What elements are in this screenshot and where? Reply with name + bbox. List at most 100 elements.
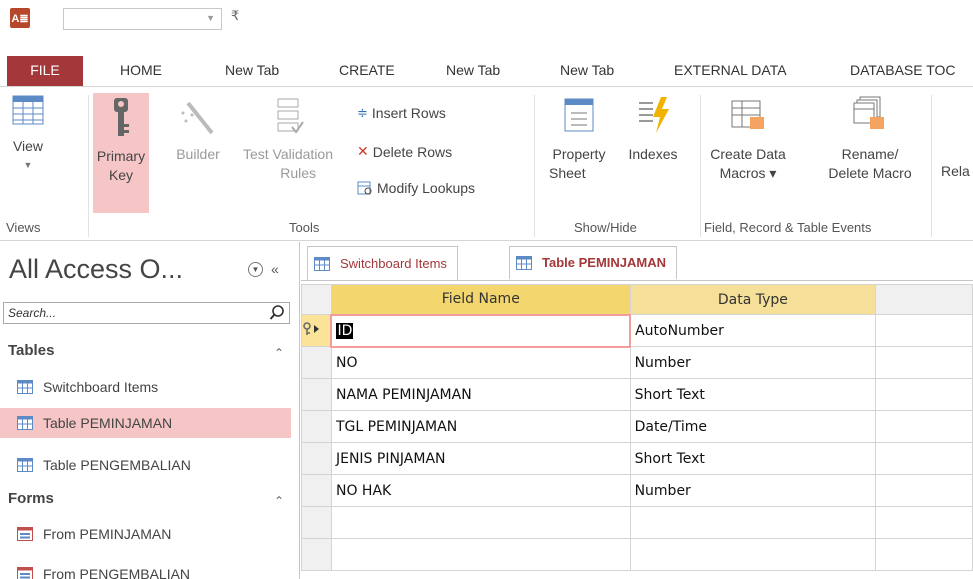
nav-section-tables[interactable]: Tables [8, 342, 54, 359]
data-type-cell[interactable]: Short Text [629, 378, 877, 411]
field-name-cell[interactable]: ID [330, 313, 632, 348]
row-selector[interactable] [301, 474, 332, 507]
tab-new-tab-3[interactable]: New Tab [560, 56, 614, 86]
doc-tab-switchboard-items[interactable]: Switchboard Items [307, 246, 458, 280]
nav-pane-title[interactable]: All Access O... [9, 254, 183, 285]
primary-key-button[interactable]: Primary Key [93, 93, 149, 213]
description-cell[interactable] [875, 442, 973, 475]
table-row[interactable]: JENIS PINJAMAN Short Text [301, 442, 973, 475]
table-icon [17, 458, 33, 472]
field-name-cell[interactable]: NO HAK [330, 474, 631, 507]
nav-item-table-pengembalian[interactable]: Table PENGEMBALIAN [0, 450, 291, 480]
data-type-cell[interactable]: Date/Time [629, 410, 877, 443]
indexes-button[interactable]: Indexes [616, 95, 690, 164]
description-cell[interactable] [875, 506, 973, 539]
nav-item-label: Table PENGEMBALIAN [43, 457, 191, 473]
field-name-cell[interactable]: NAMA PEMINJAMAN [330, 378, 631, 411]
tab-new-tab-1[interactable]: New Tab [225, 56, 279, 86]
view-button[interactable]: View ▼ [4, 95, 52, 213]
tab-database-tools[interactable]: DATABASE TOC [850, 56, 956, 86]
chevron-up-icon[interactable]: ⌃ [274, 494, 284, 508]
table-row[interactable]: NAMA PEMINJAMAN Short Text [301, 378, 973, 411]
field-name-cell[interactable]: JENIS PINJAMAN [330, 442, 631, 475]
row-selector[interactable] [301, 346, 332, 379]
table-header-row: Field Name Data Type [301, 284, 973, 315]
row-selector[interactable] [301, 378, 332, 411]
tab-file[interactable]: FILE [7, 56, 83, 86]
table-row[interactable]: TGL PEMINJAMAN Date/Time [301, 410, 973, 443]
field-name-cell[interactable]: NO [330, 346, 631, 379]
data-type-cell[interactable]: AutoNumber [629, 314, 877, 347]
description-cell[interactable] [875, 314, 973, 347]
description-cell[interactable] [875, 346, 973, 379]
search-icon[interactable] [269, 304, 285, 322]
nav-section-forms[interactable]: Forms [8, 490, 54, 507]
nav-item-from-pengembalian[interactable]: From PENGEMBALIAN [0, 559, 291, 579]
nav-item-table-peminjaman[interactable]: Table PEMINJAMAN [0, 408, 291, 438]
access-logo-icon[interactable]: A≣ [10, 8, 30, 28]
test-validation-rules-button[interactable]: Test Validation Rules [232, 95, 344, 183]
description-cell[interactable] [875, 474, 973, 507]
form-icon [17, 567, 33, 579]
delete-rows-button[interactable]: ✕ Delete Rows [357, 143, 452, 160]
doc-tab-table-peminjaman[interactable]: Table PEMINJAMAN [509, 246, 677, 280]
relationships-button[interactable]: Rela [941, 163, 970, 179]
modify-lookups-button[interactable]: Modify Lookups [357, 180, 475, 196]
customize-qat-icon[interactable]: ₹ [231, 8, 239, 24]
nav-item-switchboard-items[interactable]: Switchboard Items [0, 372, 291, 402]
modify-lookups-icon [357, 181, 372, 195]
description-cell[interactable] [875, 538, 973, 571]
tab-create[interactable]: CREATE [339, 56, 395, 86]
group-label-events: Field, Record & Table Events [704, 220, 872, 235]
create-data-macros-button[interactable]: Create Data Macros ▾ [706, 95, 790, 183]
row-selector[interactable] [301, 442, 332, 475]
relationships-label: Rela [941, 163, 970, 179]
rename-delete-macro-button[interactable]: Rename/ Delete Macro [818, 95, 922, 183]
create-data-macros-line2: Macros ▾ [719, 165, 777, 181]
tab-new-tab-2[interactable]: New Tab [446, 56, 500, 86]
create-data-macros-line1: Create Data [710, 146, 786, 162]
nav-item-label: From PEMINJAMAN [43, 526, 172, 542]
tab-home[interactable]: HOME [120, 56, 162, 86]
collapse-pane-icon[interactable]: « [271, 261, 279, 277]
group-label-views: Views [6, 220, 41, 235]
builder-button[interactable]: Builder [163, 95, 233, 164]
builder-label: Builder [176, 146, 220, 162]
table-row[interactable]: ID AutoNumber [301, 313, 973, 348]
data-type-cell[interactable]: Short Text [629, 442, 877, 475]
data-type-cell[interactable]: Number [629, 346, 877, 379]
nav-item-from-peminjaman[interactable]: From PEMINJAMAN [0, 519, 291, 549]
table-row-empty[interactable] [301, 538, 973, 571]
tab-external-data[interactable]: EXTERNAL DATA [674, 56, 787, 86]
insert-rows-button[interactable]: ≑ Insert Rows [357, 105, 446, 121]
nav-search-input[interactable] [4, 303, 254, 323]
quick-access-combo[interactable]: ▼ [63, 8, 222, 30]
data-type-cell[interactable] [629, 506, 877, 539]
table-row[interactable]: NO HAK Number [301, 474, 973, 507]
chevron-up-icon[interactable]: ⌃ [274, 346, 284, 360]
select-all-corner[interactable] [301, 284, 332, 315]
field-name-text: ID [336, 322, 354, 339]
column-header-data-type[interactable]: Data Type [629, 284, 877, 315]
row-selector[interactable] [301, 538, 332, 571]
description-cell[interactable] [875, 378, 973, 411]
property-sheet-button[interactable]: Property Sheet [545, 95, 613, 183]
delete-rows-label: Delete Rows [372, 143, 453, 160]
row-selector[interactable] [301, 506, 332, 539]
table-row[interactable]: NO Number [301, 346, 973, 379]
description-cell[interactable] [875, 410, 973, 443]
table-row-empty[interactable] [301, 506, 973, 539]
row-selector[interactable] [301, 314, 332, 347]
column-header-field-name[interactable]: Field Name [330, 284, 631, 315]
group-label-tools: Tools [289, 220, 320, 235]
datasheet-view-icon [12, 95, 44, 125]
field-name-cell[interactable] [330, 506, 631, 539]
row-selector[interactable] [301, 410, 332, 443]
field-name-cell[interactable]: TGL PEMINJAMAN [330, 410, 631, 443]
data-type-cell[interactable]: Number [629, 474, 877, 507]
chevron-down-icon[interactable]: ▼ [206, 13, 215, 23]
column-header-description[interactable] [875, 284, 973, 315]
chevron-down-icon[interactable]: ▼ [248, 261, 263, 277]
data-type-cell[interactable] [629, 538, 877, 571]
field-name-cell[interactable] [330, 538, 631, 571]
